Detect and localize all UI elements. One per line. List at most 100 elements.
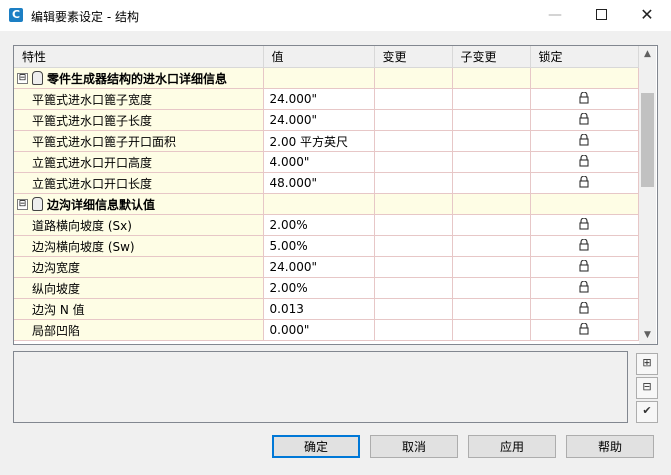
apply-button[interactable]: 应用 — [468, 435, 556, 458]
property-name-cell: 道路横向坡度 (Sx) — [14, 214, 264, 236]
structure-icon — [32, 197, 43, 211]
property-value[interactable]: 0.013 — [263, 298, 375, 320]
minimize-button[interactable]: — — [532, 0, 578, 31]
property-value[interactable]: 2.00 平方英尺 — [263, 130, 375, 152]
property-value[interactable]: 24.000" — [263, 109, 375, 131]
lock-icon[interactable] — [579, 300, 589, 317]
property-name: 边沟 N 值 — [32, 302, 85, 317]
lock-cell[interactable] — [530, 88, 639, 110]
lock-cell[interactable] — [530, 277, 639, 299]
property-table: 特性 值 变更 子变更 锁定 ⊟ 零件生成器结构的进水口详细信息平篦式进水口篦子宽… — [14, 46, 639, 341]
category-label: 边沟详细信息默认值 — [47, 197, 156, 212]
property-value[interactable]: 2.00% — [263, 277, 375, 299]
empty-cell — [374, 193, 453, 215]
column-header-child-override[interactable]: 子变更 — [452, 46, 531, 68]
property-row[interactable]: 边沟 N 值 0.013 — [14, 298, 639, 320]
property-name-cell: 平篦式进水口篦子长度 — [14, 109, 264, 131]
override-cell — [374, 151, 453, 173]
child-override-cell — [452, 151, 531, 173]
collapse-toggle-icon[interactable]: ⊟ — [17, 72, 28, 84]
empty-cell — [263, 67, 375, 89]
property-value[interactable]: 0.000" — [263, 319, 375, 341]
property-value[interactable]: 48.000" — [263, 172, 375, 194]
property-row[interactable]: 纵向坡度 2.00% — [14, 277, 639, 299]
lock-icon[interactable] — [579, 90, 589, 107]
property-name-cell: 局部凹陷 — [14, 319, 264, 341]
empty-cell — [530, 67, 639, 89]
category-cell: ⊟ 零件生成器结构的进水口详细信息 — [14, 67, 264, 89]
property-name: 平篦式进水口篦子长度 — [32, 113, 153, 128]
structure-icon — [32, 71, 43, 85]
property-row[interactable]: 局部凹陷 0.000" — [14, 319, 639, 341]
property-row[interactable]: 平篦式进水口篦子宽度 24.000" — [14, 88, 639, 110]
property-row[interactable]: 立篦式进水口开口高度 4.000" — [14, 151, 639, 173]
category-row[interactable]: ⊟ 边沟详细信息默认值 — [14, 193, 639, 215]
column-header-override[interactable]: 变更 — [374, 46, 453, 68]
lock-cell[interactable] — [530, 214, 639, 236]
empty-cell — [263, 193, 375, 215]
property-row[interactable]: 平篦式进水口篦子长度 24.000" — [14, 109, 639, 131]
lock-icon[interactable] — [579, 132, 589, 149]
lock-icon[interactable] — [579, 111, 589, 128]
property-value[interactable]: 2.00% — [263, 214, 375, 236]
property-name-cell: 平篦式进水口篦子宽度 — [14, 88, 264, 110]
expand-all-button[interactable]: ⊞ — [636, 353, 658, 375]
lock-icon[interactable] — [579, 279, 589, 296]
child-override-cell — [452, 277, 531, 299]
property-row[interactable]: 道路横向坡度 (Sx) 2.00% — [14, 214, 639, 236]
window-title: 编辑要素设定 - 结构 — [31, 10, 139, 24]
override-cell — [374, 172, 453, 194]
ok-button[interactable]: 确定 — [272, 435, 360, 458]
override-cell — [374, 298, 453, 320]
empty-cell — [530, 193, 639, 215]
lock-icon[interactable] — [579, 237, 589, 254]
collapse-toggle-icon[interactable]: ⊟ — [17, 198, 28, 210]
property-row[interactable]: 边沟横向坡度 (Sw) 5.00% — [14, 235, 639, 257]
property-value[interactable]: 24.000" — [263, 88, 375, 110]
property-value[interactable]: 4.000" — [263, 151, 375, 173]
category-row[interactable]: ⊟ 零件生成器结构的进水口详细信息 — [14, 67, 639, 89]
lock-icon[interactable] — [579, 258, 589, 275]
property-row[interactable]: 立篦式进水口开口长度 48.000" — [14, 172, 639, 194]
maximize-button[interactable] — [578, 0, 624, 31]
lock-icon[interactable] — [579, 321, 589, 338]
column-header-property[interactable]: 特性 — [14, 46, 264, 68]
category-cell: ⊟ 边沟详细信息默认值 — [14, 193, 264, 215]
empty-cell — [452, 67, 531, 89]
lock-icon[interactable] — [579, 153, 589, 170]
close-button[interactable]: ✕ — [624, 0, 670, 31]
lock-cell[interactable] — [530, 298, 639, 320]
column-header-lock[interactable]: 锁定 — [530, 46, 639, 68]
lock-cell[interactable] — [530, 109, 639, 131]
lock-cell[interactable] — [530, 256, 639, 278]
property-value[interactable]: 5.00% — [263, 235, 375, 257]
column-header-value[interactable]: 值 — [263, 46, 375, 68]
lock-cell[interactable] — [530, 235, 639, 257]
scroll-thumb[interactable] — [641, 93, 654, 187]
check-icon[interactable]: ✔ — [636, 401, 658, 423]
child-override-cell — [452, 256, 531, 278]
help-button[interactable]: 帮助 — [566, 435, 654, 458]
cancel-button[interactable]: 取消 — [370, 435, 458, 458]
property-row[interactable]: 边沟宽度 24.000" — [14, 256, 639, 278]
lock-cell[interactable] — [530, 319, 639, 341]
override-cell — [374, 256, 453, 278]
property-value[interactable]: 24.000" — [263, 256, 375, 278]
scroll-up-icon[interactable]: ▲ — [639, 46, 656, 63]
lock-cell[interactable] — [530, 172, 639, 194]
override-cell — [374, 277, 453, 299]
property-grid[interactable]: 特性 值 变更 子变更 锁定 ⊟ 零件生成器结构的进水口详细信息平篦式进水口篦子宽… — [13, 45, 658, 345]
lock-icon[interactable] — [579, 216, 589, 233]
lock-cell[interactable] — [530, 151, 639, 173]
property-name: 边沟宽度 — [32, 260, 81, 275]
property-name-cell: 立篦式进水口开口长度 — [14, 172, 264, 194]
property-row[interactable]: 平篦式进水口篦子开口面积 2.00 平方英尺 — [14, 130, 639, 152]
vertical-scrollbar[interactable]: ▲ ▼ — [639, 46, 656, 344]
scroll-down-icon[interactable]: ▼ — [639, 327, 656, 344]
collapse-all-button[interactable]: ⊟ — [636, 377, 658, 399]
property-name-cell: 边沟 N 值 — [14, 298, 264, 320]
lock-cell[interactable] — [530, 130, 639, 152]
lock-icon[interactable] — [579, 174, 589, 191]
category-label: 零件生成器结构的进水口详细信息 — [47, 71, 228, 86]
property-name-cell: 边沟横向坡度 (Sw) — [14, 235, 264, 257]
